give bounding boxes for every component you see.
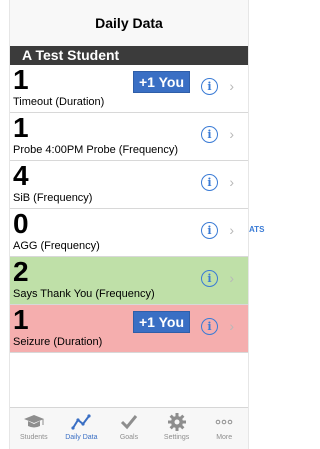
navigation-bar: Daily Data	[10, 0, 248, 46]
info-icon[interactable]: i	[201, 318, 218, 335]
behavior-label: Probe 4:00PM Probe (Frequency)	[13, 144, 179, 156]
plus-one-you-button[interactable]: +1 You	[133, 71, 191, 93]
chevron-right-icon: ›	[229, 270, 234, 286]
behavior-row-agg[interactable]: 0 AGG (Frequency) i ›	[10, 209, 248, 257]
behavior-count: 1	[13, 304, 29, 335]
behavior-row-probe[interactable]: 1 Probe 4:00PM Probe (Frequency) i ›	[10, 113, 248, 161]
behavior-label: SiB (Frequency)	[13, 192, 93, 204]
tab-more[interactable]: More	[200, 408, 248, 441]
behavior-row-says-thank-you[interactable]: 2 Says Thank You (Frequency) i ›	[10, 257, 248, 305]
behavior-count: 1	[13, 112, 29, 143]
page-title: Daily Data	[95, 15, 163, 31]
tab-label: Students	[19, 434, 48, 441]
more-dots-icon	[215, 419, 233, 425]
behavior-row-sib[interactable]: 4 SiB (Frequency) i ›	[10, 161, 248, 209]
chevron-right-icon: ›	[229, 222, 234, 238]
behavior-count: 1	[13, 64, 29, 95]
info-icon[interactable]: i	[201, 78, 218, 95]
line-chart-icon	[71, 414, 91, 430]
info-icon[interactable]: i	[201, 126, 218, 143]
chevron-right-icon: ›	[229, 78, 234, 94]
behavior-count: 2	[13, 256, 29, 287]
plus-one-you-button[interactable]: +1 You	[133, 311, 191, 333]
info-icon[interactable]: i	[201, 174, 218, 191]
behavior-label: Says Thank You (Frequency)	[13, 288, 155, 300]
tab-goals[interactable]: Goals	[105, 408, 153, 441]
chevron-right-icon: ›	[229, 318, 234, 334]
graduation-cap-icon	[23, 415, 44, 428]
behavior-row-seizure[interactable]: 1 Seizure (Duration) +1 You i ›	[10, 305, 248, 353]
behavior-count: 0	[13, 208, 29, 239]
gear-icon	[167, 413, 186, 431]
tab-students[interactable]: Students	[10, 408, 58, 441]
checkmark-icon	[120, 415, 138, 430]
behavior-count: 4	[13, 160, 29, 191]
tab-label: Goals	[119, 434, 139, 441]
tab-label: Settings	[163, 434, 190, 441]
info-icon[interactable]: i	[201, 270, 218, 287]
side-label: ATS	[249, 225, 265, 234]
tab-label: More	[216, 434, 233, 441]
behavior-label: AGG (Frequency)	[13, 240, 100, 252]
tab-label: Daily Data	[65, 434, 98, 441]
behavior-label: Timeout (Duration)	[13, 96, 105, 108]
behavior-list: 1 Timeout (Duration) +1 You i › 1 Probe …	[10, 65, 248, 353]
tab-settings[interactable]: Settings	[153, 408, 201, 441]
tab-daily-data[interactable]: Daily Data	[58, 408, 106, 441]
tab-bar: Students Daily Data Goals Settings More	[10, 407, 248, 449]
chevron-right-icon: ›	[229, 174, 234, 190]
screen: Daily Data A Test Student 1 Timeout (Dur…	[0, 0, 266, 449]
info-icon[interactable]: i	[201, 222, 218, 239]
chevron-right-icon: ›	[229, 126, 234, 142]
student-name-header: A Test Student	[10, 46, 248, 65]
behavior-row-timeout[interactable]: 1 Timeout (Duration) +1 You i ›	[10, 65, 248, 113]
app-screen: Daily Data A Test Student 1 Timeout (Dur…	[9, 0, 249, 449]
behavior-label: Seizure (Duration)	[13, 336, 103, 348]
